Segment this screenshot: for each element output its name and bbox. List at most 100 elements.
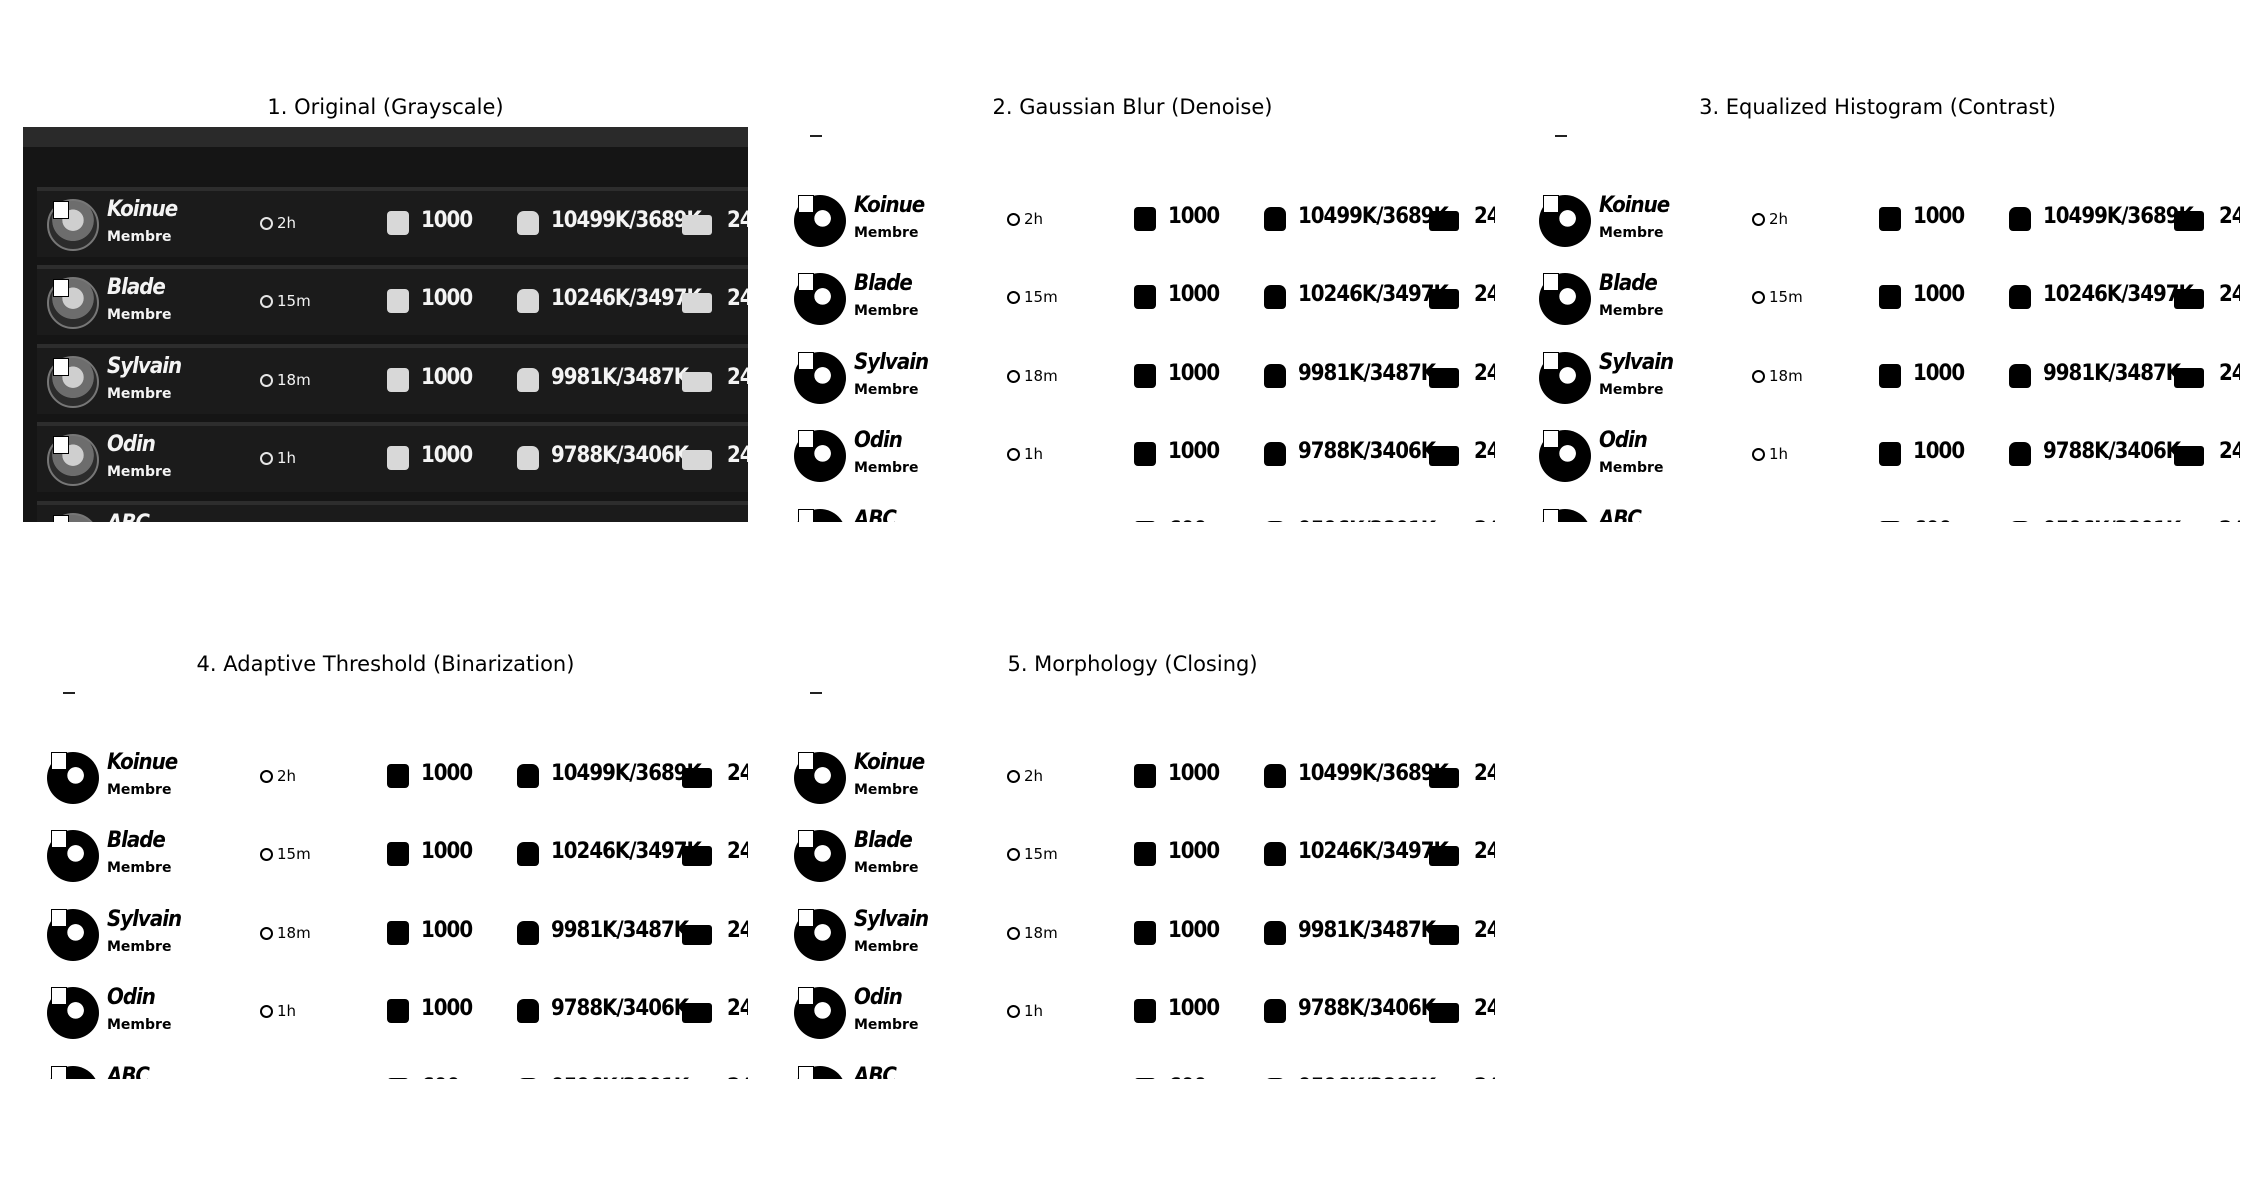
- member-row[interactable]: Odin Membre 1h 1000 9788K/3406K 24: [784, 422, 1495, 492]
- canister-icon: [1879, 521, 1901, 522]
- member-row[interactable]: Sylvain Membre 18m 1000 9981K/3487K 24: [37, 901, 748, 971]
- member-row[interactable]: Koinue Membre 2h 1000 10499K/3689K 24: [37, 187, 748, 257]
- avatar: [47, 1066, 99, 1079]
- avatar: [794, 509, 846, 522]
- power-value: 10246K/3497K: [551, 839, 702, 864]
- avatar: [47, 513, 99, 522]
- flag-icon: [51, 830, 67, 848]
- power-value: 10499K/3689K: [551, 208, 702, 233]
- canister-icon: [1134, 842, 1156, 866]
- member-role: Membre: [1599, 382, 1664, 398]
- supply-value: 1000: [1913, 204, 1965, 229]
- ticket-count: 24: [2219, 282, 2240, 307]
- member-name: Sylvain: [854, 907, 929, 932]
- fist-icon: [517, 446, 539, 470]
- member-row[interactable]: Blade Membre 15m 1000 10246K/3497K 24: [1529, 265, 2240, 335]
- member-row[interactable]: Sylvain Membre 18m 1000 9981K/3487K 24: [1529, 344, 2240, 414]
- fist-icon: [1264, 521, 1286, 522]
- member-row[interactable]: Odin Membre 1h 1000 9788K/3406K 24: [1529, 422, 2240, 492]
- member-row[interactable]: Koinue Membre 2h 1000 10499K/3689K 24: [784, 744, 1495, 814]
- member-row[interactable]: Koinue Membre 2h 1000 10499K/3689K 24: [784, 187, 1495, 257]
- member-row[interactable]: Odin Membre 1h 1000 9788K/3406K 24: [37, 979, 748, 1049]
- member-name: Blade: [854, 271, 913, 296]
- member-row[interactable]: Sylvain Membre 18m 1000 9981K/3487K 24: [37, 344, 748, 414]
- avatar: [47, 909, 99, 961]
- flag-icon: [798, 273, 814, 291]
- last-seen: 2h: [1024, 767, 1044, 785]
- last-seen: 18m: [1024, 367, 1058, 385]
- member-name: Odin: [1599, 428, 1648, 453]
- member-name: Koinue: [107, 197, 178, 222]
- member-row[interactable]: Sylvain Membre 18m 1000 9981K/3487K 24: [784, 344, 1495, 414]
- member-row[interactable]: Blade Membre 15m 1000 10246K/3497K 24: [37, 265, 748, 335]
- clock-icon: [1752, 370, 1765, 383]
- flag-icon: [1543, 352, 1559, 370]
- avatar: [794, 987, 846, 1039]
- member-row[interactable]: Blade Membre 15m 1000 10246K/3497K 24: [37, 822, 748, 892]
- member-row[interactable]: Blade Membre 15m 1000 10246K/3497K 24: [784, 265, 1495, 335]
- flag-icon: [53, 515, 69, 522]
- supply-value: 600: [1168, 1075, 1207, 1079]
- power-value: 10499K/3689K: [551, 761, 702, 786]
- clock-icon: [260, 295, 273, 308]
- member-row[interactable]: Koinue Membre 2h 1000 10499K/3689K 24: [1529, 187, 2240, 257]
- banknote-icon: [2174, 368, 2204, 388]
- flag-icon: [798, 352, 814, 370]
- member-role: Membre: [107, 1017, 172, 1033]
- ticket-count: 24: [727, 996, 748, 1021]
- power-value: 9788K/3406K: [1298, 996, 1436, 1021]
- flag-icon: [1543, 273, 1559, 291]
- member-row[interactable]: ABC Membre 2h 600 9596K/3801K 24: [37, 1058, 748, 1079]
- supply-value: 1000: [421, 839, 473, 864]
- clock-icon: [260, 374, 273, 387]
- banknote-icon: [2174, 289, 2204, 309]
- member-name: Sylvain: [107, 907, 182, 932]
- canister-icon: [1134, 207, 1156, 231]
- flag-icon: [53, 358, 69, 376]
- canister-icon: [1134, 921, 1156, 945]
- list-top-edge: [770, 127, 1495, 147]
- member-row[interactable]: ABC Membre 2h 600 9596K/3801K 24: [784, 1058, 1495, 1079]
- power-value: 9981K/3487K: [1298, 361, 1436, 386]
- supply-value: 1000: [421, 918, 473, 943]
- fist-icon: [517, 289, 539, 313]
- member-name: Sylvain: [1599, 350, 1674, 375]
- member-row[interactable]: Odin Membre 1h 1000 9788K/3406K 24: [37, 422, 748, 492]
- supply-value: 1000: [1168, 761, 1220, 786]
- last-seen: 2h: [1769, 210, 1789, 228]
- power-value: 9788K/3406K: [551, 443, 689, 468]
- flag-icon: [798, 1066, 814, 1079]
- member-row[interactable]: Koinue Membre 2h 1000 10499K/3689K 24: [37, 744, 748, 814]
- member-row[interactable]: Blade Membre 15m 1000 10246K/3497K 24: [784, 822, 1495, 892]
- avatar: [1539, 352, 1591, 404]
- banknote-icon: [682, 925, 712, 945]
- supply-value: 1000: [1168, 204, 1220, 229]
- canister-icon: [387, 368, 409, 392]
- clock-icon: [1007, 1005, 1020, 1018]
- dash-mark: [810, 135, 822, 137]
- member-row[interactable]: Odin Membre 1h 1000 9788K/3406K 24: [784, 979, 1495, 1049]
- member-role: Membre: [107, 386, 172, 402]
- member-role: Membre: [107, 307, 172, 323]
- member-role: Membre: [854, 939, 919, 955]
- power-value: 9788K/3406K: [2043, 439, 2181, 464]
- fist-icon: [1264, 364, 1286, 388]
- fist-icon: [1264, 285, 1286, 309]
- fist-icon: [2009, 285, 2031, 309]
- member-row[interactable]: Sylvain Membre 18m 1000 9981K/3487K 24: [784, 901, 1495, 971]
- canister-icon: [1879, 207, 1901, 231]
- canister-icon: [1134, 521, 1156, 522]
- power-value: 10246K/3497K: [551, 286, 702, 311]
- member-row[interactable]: ABC Membre 2h 600 9596K/3801K 24: [784, 501, 1495, 522]
- supply-value: 1000: [1913, 361, 1965, 386]
- member-list-image: Koinue Membre 2h 1000 10499K/3689K 24 Bl…: [1515, 127, 2240, 522]
- ticket-count: 24: [1474, 439, 1495, 464]
- last-seen: 15m: [277, 845, 311, 863]
- member-name: Blade: [107, 828, 166, 853]
- member-row[interactable]: ABC Membre 2h 600 9596K/3801K 24: [1529, 501, 2240, 522]
- member-row[interactable]: ABC Membre 2h 600 9596K/3801K 24: [37, 501, 748, 522]
- clock-icon: [1007, 448, 1020, 461]
- member-role: Membre: [107, 782, 172, 798]
- power-value: 10246K/3497K: [2043, 282, 2194, 307]
- flag-icon: [798, 830, 814, 848]
